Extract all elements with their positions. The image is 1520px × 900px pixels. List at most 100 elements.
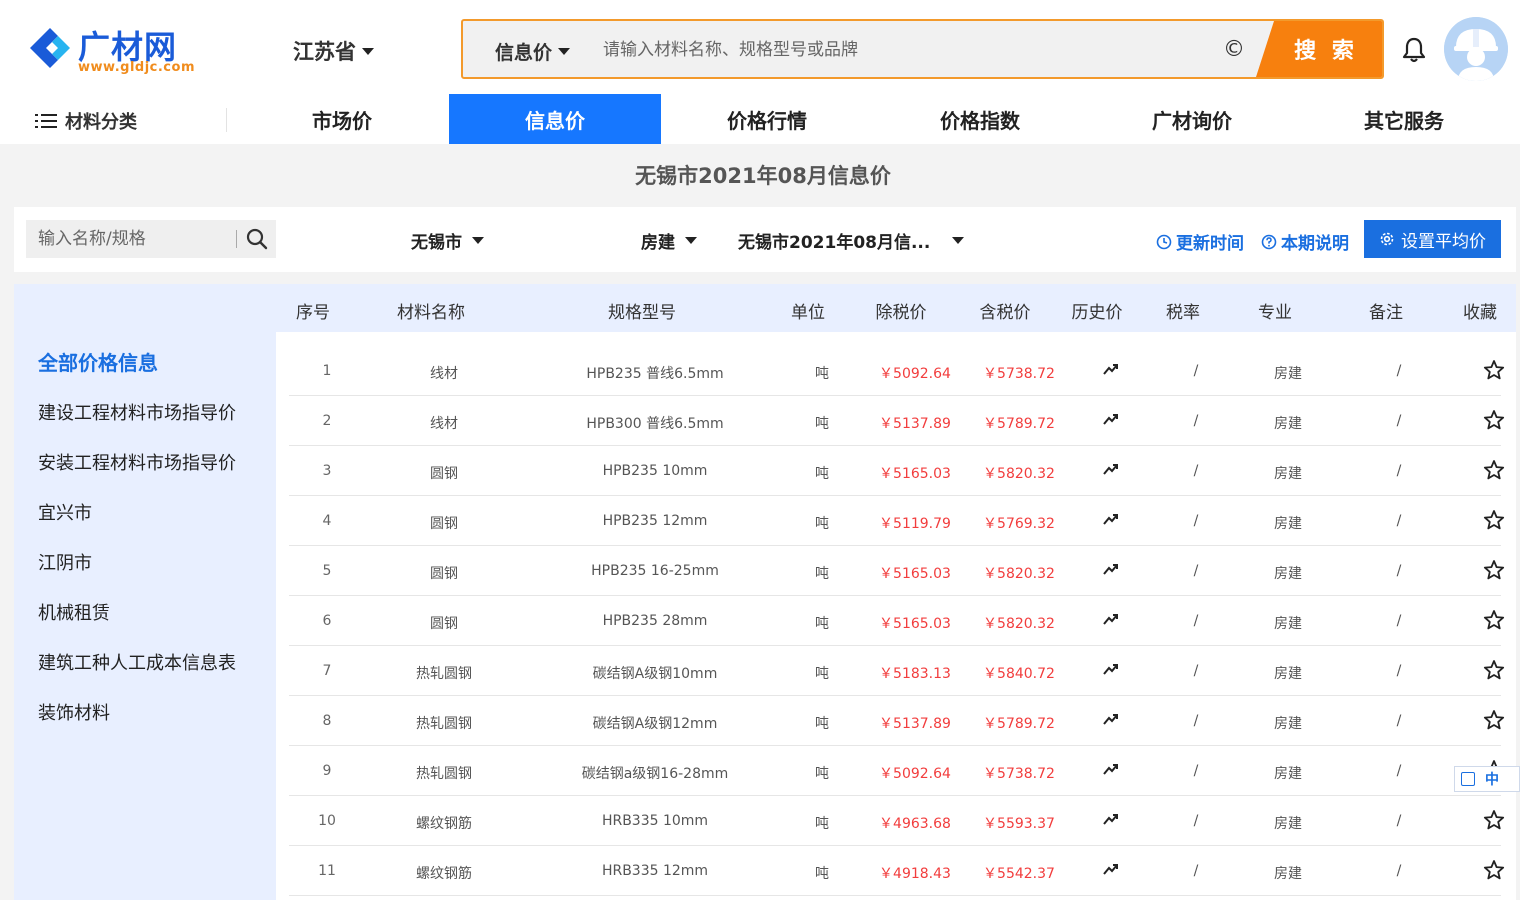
- nav-price-index[interactable]: 价格指数: [874, 94, 1086, 144]
- search-input[interactable]: [603, 35, 1203, 65]
- site-header: 广材网 www.gldjc.com 江苏省 信息价 © 搜 索: [0, 0, 1520, 144]
- star-icon[interactable]: [1483, 359, 1505, 381]
- sidebar-item-machinery[interactable]: 机械租赁: [38, 599, 110, 625]
- star-icon[interactable]: [1483, 609, 1505, 631]
- nav-inquiry[interactable]: 广材询价: [1086, 94, 1298, 144]
- cell-rate: /: [1193, 513, 1199, 529]
- trend-chart-icon[interactable]: [1103, 712, 1119, 726]
- cell-ex-tax: ￥5165.03: [879, 566, 951, 582]
- cell-inc-tax: ￥5593.37: [983, 816, 1055, 832]
- sidebar-item-yixing[interactable]: 宜兴市: [38, 499, 92, 525]
- price-panel: 全部价格信息 建设工程材料市场指导价 安装工程材料市场指导价 宜兴市 江阴市 机…: [14, 284, 1516, 900]
- th-name: 材料名称: [397, 303, 465, 323]
- ime-toggle-icon: [1461, 772, 1475, 786]
- trend-chart-icon[interactable]: [1103, 362, 1119, 376]
- copyright-icon[interactable]: ©: [1223, 37, 1245, 62]
- search-button[interactable]: 搜 索: [1256, 21, 1382, 77]
- table-row: 4 圆钢 HPB235 12mm 吨 ￥5119.79 ￥5769.32 / 房建 /: [289, 496, 1505, 546]
- city-filter-label: 无锡市: [411, 233, 462, 253]
- nav-price-trend[interactable]: 价格行情: [661, 94, 873, 144]
- cell-rate: /: [1193, 813, 1199, 829]
- ime-indicator[interactable]: 中: [1454, 766, 1520, 792]
- filter-bar: 无锡市 房建 无锡市2021年08月信... 更新时间 本期说明 设置平均价: [14, 207, 1516, 272]
- cell-name: 螺纹钢筋: [416, 866, 472, 882]
- cell-rate: /: [1193, 663, 1199, 679]
- table-row: 7 热轧圆钢 碳结钢A级钢10mm 吨 ￥5183.13 ￥5840.72 / 房建 /: [289, 646, 1505, 696]
- cell-rate: /: [1193, 413, 1199, 429]
- nav-divider: [226, 108, 227, 132]
- trend-chart-icon[interactable]: [1103, 562, 1119, 576]
- star-icon[interactable]: [1483, 459, 1505, 481]
- cell-inc-tax: ￥5820.32: [983, 466, 1055, 482]
- sidebar-item-labor-cost[interactable]: 建筑工种人工成本信息表: [38, 649, 236, 675]
- filter-search-input[interactable]: [38, 226, 238, 252]
- table-row: 3 圆钢 HPB235 10mm 吨 ￥5165.03 ￥5820.32 / 房建 /: [289, 446, 1505, 496]
- period-note-link[interactable]: 本期说明: [1261, 229, 1349, 254]
- material-category-menu[interactable]: 材料分类: [35, 108, 137, 134]
- nav-info-price[interactable]: 信息价: [449, 94, 661, 144]
- site-logo[interactable]: 广材网 www.gldjc.com: [28, 22, 203, 78]
- th-seq: 序号: [296, 303, 330, 323]
- cell-spec: HRB335 10mm: [601, 813, 709, 829]
- trend-chart-icon[interactable]: [1103, 762, 1119, 776]
- update-time-label: 更新时间: [1176, 234, 1244, 254]
- province-selector[interactable]: 江苏省: [293, 36, 374, 66]
- star-icon[interactable]: [1483, 859, 1505, 881]
- cell-rate: /: [1193, 363, 1199, 379]
- province-label: 江苏省: [293, 40, 356, 64]
- star-icon[interactable]: [1483, 559, 1505, 581]
- ime-language: 中: [1485, 772, 1499, 788]
- table-row: 10 螺纹钢筋 HRB335 10mm 吨 ￥4963.68 ￥5593.37 / 房建 /: [289, 796, 1505, 846]
- cell-spec: HRB335 12mm: [601, 863, 709, 879]
- star-icon[interactable]: [1483, 709, 1505, 731]
- sidebar-item-construction[interactable]: 建设工程材料市场指导价: [38, 399, 236, 425]
- bell-icon[interactable]: [1400, 36, 1428, 64]
- cell-unit: 吨: [815, 566, 829, 582]
- set-average-price-button[interactable]: 设置平均价: [1364, 220, 1501, 258]
- period-filter[interactable]: 无锡市2021年08月信...: [738, 228, 965, 253]
- avatar[interactable]: [1444, 17, 1508, 81]
- cell-inc-tax: ￥5840.72: [983, 666, 1055, 682]
- table-row: 1 线材 HPB235 普线6.5mm 吨 ￥5092.64 ￥5738.72 / 房建 /: [289, 346, 1505, 396]
- cell-ex-tax: ￥5137.89: [879, 416, 951, 432]
- trend-chart-icon[interactable]: [1103, 462, 1119, 476]
- star-icon[interactable]: [1483, 809, 1505, 831]
- cell-profession: 房建: [1274, 866, 1302, 882]
- cell-note: /: [1396, 513, 1402, 529]
- star-icon[interactable]: [1483, 409, 1505, 431]
- update-time-link[interactable]: 更新时间: [1156, 229, 1244, 254]
- trend-chart-icon[interactable]: [1103, 612, 1119, 626]
- cell-name: 螺纹钢筋: [416, 816, 472, 832]
- search-icon[interactable]: [246, 228, 268, 250]
- trend-chart-icon[interactable]: [1103, 512, 1119, 526]
- cell-name: 线材: [430, 416, 458, 432]
- trend-chart-icon[interactable]: [1103, 812, 1119, 826]
- sidebar-item-installation[interactable]: 安装工程材料市场指导价: [38, 449, 236, 475]
- trend-chart-icon[interactable]: [1103, 662, 1119, 676]
- cell-ex-tax: ￥5183.13: [879, 666, 951, 682]
- star-icon[interactable]: [1483, 659, 1505, 681]
- cell-unit: 吨: [815, 466, 829, 482]
- nav-market-price[interactable]: 市场价: [236, 94, 448, 144]
- cell-profession: 房建: [1274, 416, 1302, 432]
- cell-note: /: [1396, 763, 1402, 779]
- city-filter[interactable]: 无锡市: [411, 228, 484, 253]
- cell-seq: 11: [318, 863, 336, 879]
- cell-rate: /: [1193, 463, 1199, 479]
- star-icon[interactable]: [1483, 509, 1505, 531]
- trend-chart-icon[interactable]: [1103, 412, 1119, 426]
- sidebar-item-jiangyin[interactable]: 江阴市: [38, 549, 92, 575]
- sidebar-item-decoration[interactable]: 装饰材料: [38, 699, 110, 725]
- nav-other-services[interactable]: 其它服务: [1298, 94, 1510, 144]
- th-profession: 专业: [1258, 303, 1292, 323]
- cell-seq: 6: [322, 613, 332, 629]
- cell-rate: /: [1193, 763, 1199, 779]
- cell-spec: 碳结钢A级钢10mm: [592, 666, 718, 682]
- cell-seq: 3: [322, 463, 332, 479]
- search-type-selector[interactable]: 信息价: [495, 38, 571, 65]
- sidebar-item-all[interactable]: 全部价格信息: [38, 347, 158, 376]
- th-history: 历史价: [1071, 303, 1123, 323]
- cell-name: 圆钢: [430, 466, 458, 482]
- profession-filter[interactable]: 房建: [641, 228, 697, 253]
- trend-chart-icon[interactable]: [1103, 862, 1119, 876]
